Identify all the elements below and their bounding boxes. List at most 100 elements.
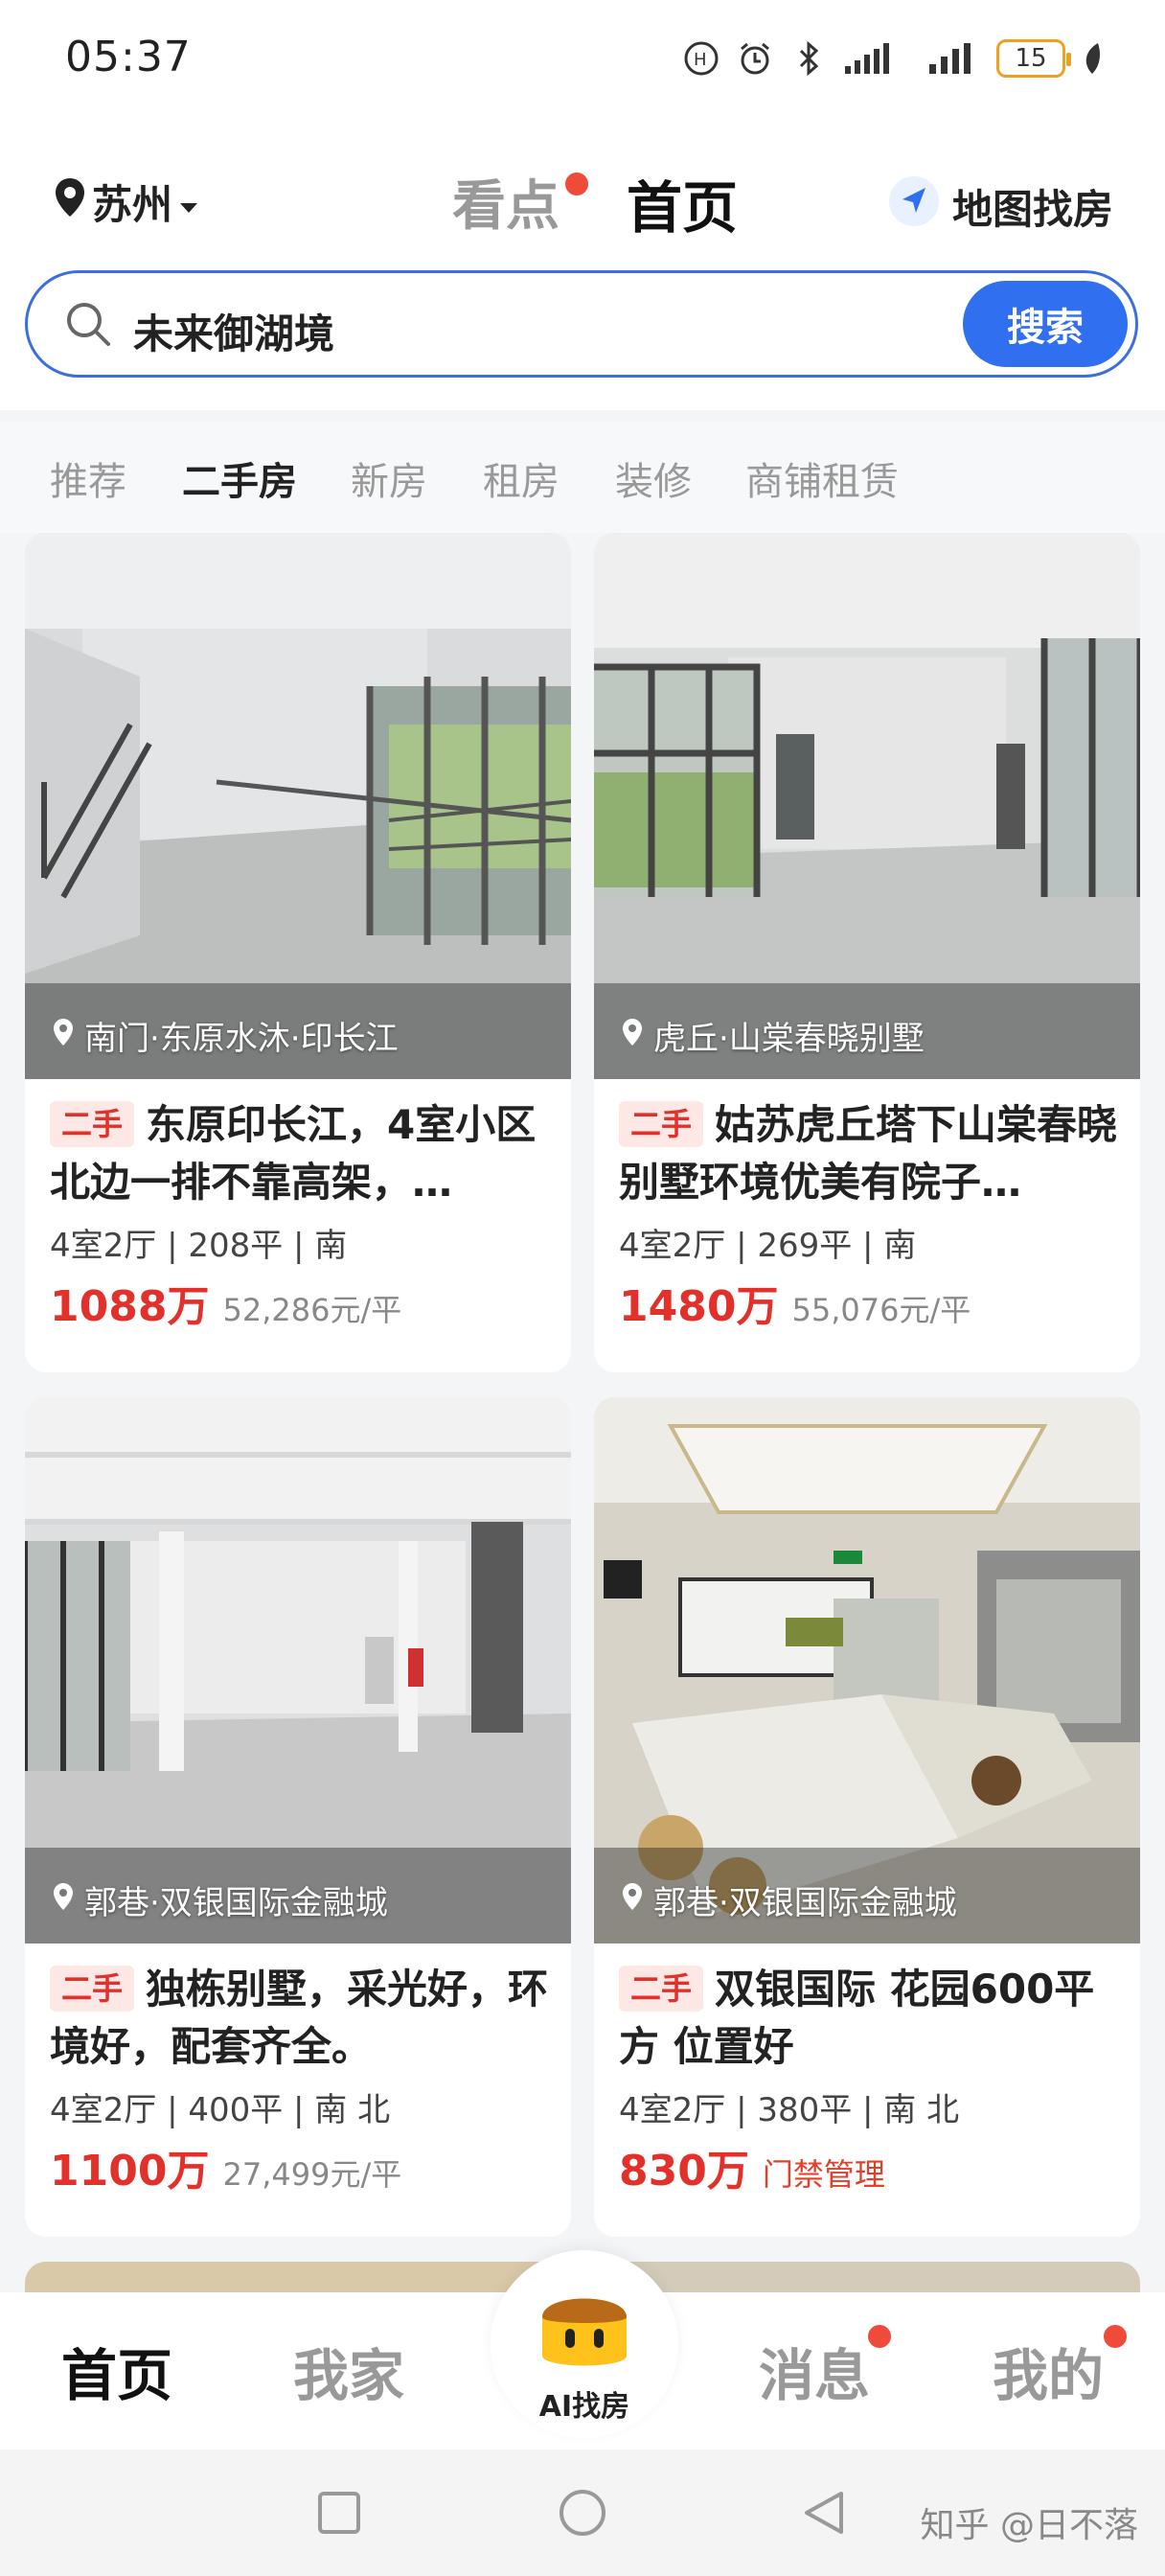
listing-specs: 4室2厅 | 380平 | 南 北 (619, 2091, 960, 2129)
messages-badge (868, 2325, 891, 2348)
listing-card-partial[interactable] (594, 2262, 1140, 2292)
listing-photo (594, 533, 1140, 1079)
system-nav-bar: 知乎 @日不落 (0, 2450, 1165, 2576)
tab-kandian[interactable]: 看点 (452, 163, 588, 241)
listing-photo (25, 1397, 571, 1944)
listing-unit-price: 27,499元/平 (222, 2156, 402, 2193)
tab-recommend[interactable]: 推荐 (50, 450, 126, 506)
chevron-down-icon (178, 178, 199, 225)
signal-icon (843, 41, 912, 76)
divider (0, 410, 1165, 422)
listing-location: 郭巷·双银国际金融城 (621, 1876, 957, 1923)
listing-specs: 4室2厅 | 400平 | 南 北 (50, 2091, 391, 2129)
bottom-tab-bar: 首页 我家 AI找房 消息 我的 (0, 2250, 1165, 2450)
listing-tag: 二手 (50, 1966, 135, 2012)
tab-bar-home[interactable]: 首页 (61, 2331, 172, 2411)
bluetooth-icon (789, 39, 828, 78)
location-pin-icon (52, 1017, 75, 1055)
listing-title: 二手 独栋别墅，采光好，环境好，配套齐全。 (50, 1961, 552, 2076)
location-pin-icon (621, 1017, 644, 1055)
tab-decoration[interactable]: 装修 (615, 450, 692, 506)
map-find-button[interactable]: 地图找房 (887, 174, 1113, 238)
listing-specs: 4室2厅 | 269平 | 南 (619, 1227, 917, 1265)
location-pin-icon (54, 176, 86, 228)
listing-title: 二手 东原印长江，4室小区北边一排不靠高架，… (50, 1096, 552, 1211)
listing-card[interactable]: 南门·东原水沐·印长江 二手 东原印长江，4室小区北边一排不靠高架，… 4室2厅 … (25, 533, 571, 1372)
listing-location: 郭巷·双银国际金融城 (52, 1876, 388, 1923)
location-text: 郭巷·双银国际金融城 (84, 1884, 388, 1922)
search-button[interactable]: 搜索 (963, 281, 1128, 367)
listing-location: 虎丘·山棠春晓别墅 (621, 1012, 925, 1059)
listing-photo (25, 533, 571, 1079)
status-bar: 05:37 H 15 (0, 0, 1165, 115)
listing-price: 1100万 (50, 2147, 210, 2196)
listing-body: 二手 东原印长江，4室小区北边一排不靠高架，… 4室2厅 | 208平 | 南 1… (50, 1096, 552, 1333)
location-text: 虎丘·山棠春晓别墅 (653, 1020, 925, 1058)
battery-icon: 15 (996, 39, 1071, 78)
listing-feature-tag: 门禁管理 (762, 2156, 885, 2193)
tab-bar-messages[interactable]: 消息 (759, 2331, 870, 2411)
location-text: 郭巷·双银国际金融城 (653, 1884, 957, 1922)
ai-find-house-label: AI找房 (538, 2390, 630, 2424)
listing-price: 830万 (619, 2147, 749, 2196)
tab-rental[interactable]: 租房 (483, 450, 560, 506)
search-icon (64, 300, 112, 352)
listing-tag: 二手 (50, 1101, 135, 1147)
map-arrow-icon (887, 174, 941, 238)
tab-bar-my-home[interactable]: 我家 (293, 2331, 404, 2411)
listing-tag: 二手 (619, 1966, 704, 2012)
search-input[interactable]: 未来御湖境 (133, 302, 334, 360)
back-triangle-icon[interactable] (799, 2488, 849, 2542)
top-nav: 苏州 看点 首页 地图找房 (0, 153, 1165, 249)
price-row: 1100万 27,499元/平 (50, 2136, 552, 2197)
ai-mascot-icon (535, 2279, 634, 2379)
recent-apps-icon[interactable] (316, 2490, 362, 2540)
listing-tag: 二手 (619, 1101, 704, 1147)
leaf-icon (1081, 41, 1104, 76)
location-pin-icon (52, 1881, 75, 1920)
listing-card[interactable]: 郭巷·双银国际金融城 二手 独栋别墅，采光好，环境好，配套齐全。 4室2厅 | 4… (25, 1397, 571, 2237)
tab-second-hand[interactable]: 二手房 (182, 450, 297, 506)
category-tabs: 推荐 二手房 新房 租房 装修 商铺租赁 (0, 422, 1165, 533)
svg-text:H: H (694, 50, 707, 70)
listing-card[interactable]: 虎丘·山棠春晓别墅 二手 姑苏虎丘塔下山棠春晓别墅环境优美有院子… 4室2厅 | … (594, 533, 1140, 1372)
price-row: 830万 门禁管理 (619, 2136, 1121, 2197)
tab-home[interactable]: 首页 (627, 163, 738, 243)
signal-icon-2 (927, 41, 981, 76)
tab-bar-mine[interactable]: 我的 (993, 2331, 1104, 2411)
search-bar[interactable]: 未来御湖境 搜索 (25, 270, 1138, 378)
listing-unit-price: 52,286元/平 (222, 1292, 402, 1328)
listing-photo (594, 1397, 1140, 1944)
listing-title: 二手 双银国际 花园600平方 位置好 (619, 1961, 1121, 2076)
listing-body: 二手 姑苏虎丘塔下山棠春晓别墅环境优美有院子… 4室2厅 | 269平 | 南 1… (619, 1096, 1121, 1333)
listing-specs: 4室2厅 | 208平 | 南 (50, 1227, 348, 1265)
price-row: 1480万 55,076元/平 (619, 1272, 1121, 1333)
listing-unit-price: 55,076元/平 (791, 1292, 971, 1328)
location-text: 南门·东原水沐·印长江 (84, 1020, 399, 1058)
hd-call-icon: H (682, 39, 720, 78)
listing-title: 二手 姑苏虎丘塔下山棠春晓别墅环境优美有院子… (619, 1096, 1121, 1211)
status-icons: H 15 (682, 36, 1104, 80)
tab-kandian-label: 看点 (452, 175, 560, 238)
listing-feed: 南门·东原水沐·印长江 二手 东原印长江，4室小区北边一排不靠高架，… 4室2厅 … (0, 533, 1165, 2292)
city-name: 苏州 (92, 181, 173, 228)
status-time: 05:37 (65, 33, 192, 81)
ai-find-house-button[interactable]: AI找房 (491, 2250, 678, 2438)
listing-price: 1480万 (619, 1282, 779, 1331)
map-find-label: 地图找房 (951, 185, 1113, 233)
city-selector[interactable]: 苏州 (54, 172, 199, 231)
home-circle-icon[interactable] (558, 2488, 607, 2542)
listing-price: 1088万 (50, 1282, 210, 1331)
mine-badge (1104, 2325, 1127, 2348)
location-pin-icon (621, 1881, 644, 1920)
listing-body: 二手 双银国际 花园600平方 位置好 4室2厅 | 380平 | 南 北 830… (619, 1961, 1121, 2197)
listing-location: 南门·东原水沐·印长江 (52, 1012, 399, 1059)
kandian-badge (565, 172, 588, 196)
watermark: 知乎 @日不落 (920, 2506, 1138, 2545)
alarm-icon (736, 39, 774, 78)
tab-new-house[interactable]: 新房 (351, 450, 427, 506)
tab-shop-rental[interactable]: 商铺租赁 (745, 450, 899, 506)
listing-body: 二手 独栋别墅，采光好，环境好，配套齐全。 4室2厅 | 400平 | 南 北 1… (50, 1961, 552, 2197)
listing-card-partial[interactable] (25, 2262, 571, 2292)
listing-card[interactable]: 郭巷·双银国际金融城 二手 双银国际 花园600平方 位置好 4室2厅 | 380… (594, 1397, 1140, 2237)
